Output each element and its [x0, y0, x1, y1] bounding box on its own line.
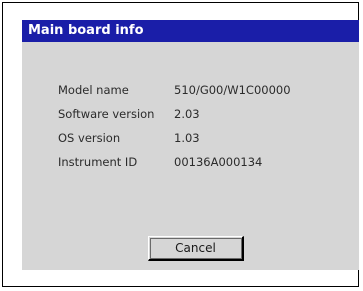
- model-name-value: 510/G00/W1C00000: [174, 83, 291, 97]
- os-version-label: OS version: [58, 131, 121, 145]
- info-row-instrument-id: Instrument ID 00136A000134: [58, 150, 348, 174]
- os-version-value: 1.03: [174, 131, 200, 145]
- info-row-software-version: Software version 2.03: [58, 102, 348, 126]
- software-version-value: 2.03: [174, 107, 200, 121]
- info-table: Model name 510/G00/W1C00000 Software ver…: [58, 78, 348, 174]
- instrument-id-label: Instrument ID: [58, 155, 138, 169]
- info-row-model-name: Model name 510/G00/W1C00000: [58, 78, 348, 102]
- cancel-button[interactable]: Cancel: [148, 236, 244, 261]
- main-board-info-dialog: Main board info Model name 510/G00/W1C00…: [22, 20, 359, 270]
- dialog-title: Main board info: [22, 20, 359, 42]
- software-version-label: Software version: [58, 107, 155, 121]
- model-name-label: Model name: [58, 83, 129, 97]
- instrument-id-value: 00136A000134: [174, 155, 263, 169]
- info-row-os-version: OS version 1.03: [58, 126, 348, 150]
